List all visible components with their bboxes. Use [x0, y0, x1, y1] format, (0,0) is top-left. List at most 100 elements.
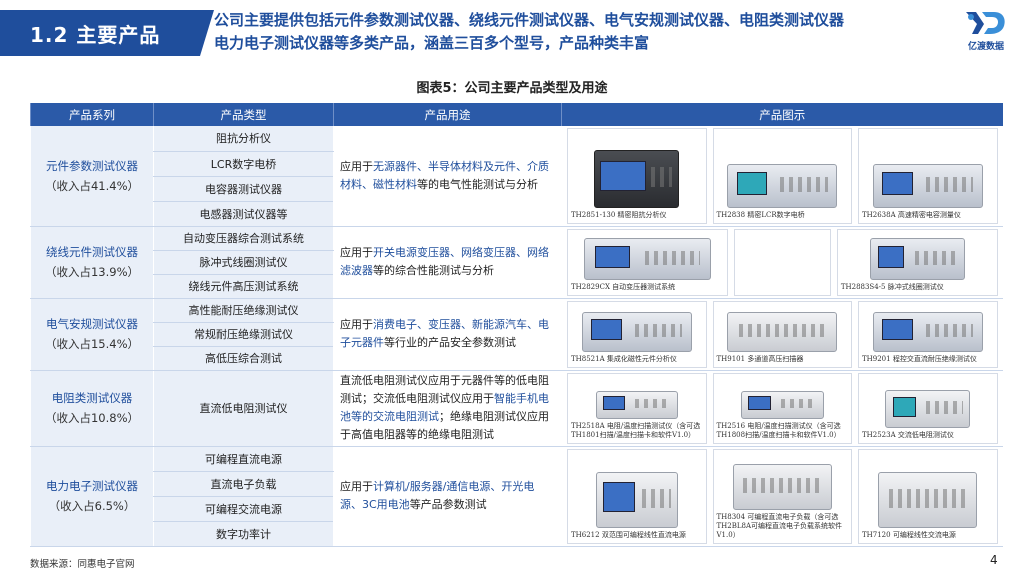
headline-line-1: 公司主要提供包括元件参数测试仪器、绕线元件测试仪器、电气安规测试仪器、电阻类测试…	[214, 11, 845, 29]
instrument-icon	[727, 163, 838, 208]
image-label: TH9101 多通道高压扫描器	[716, 354, 804, 363]
instrument-icon	[878, 471, 978, 528]
table-row: 电阻类测试仪器 （收入占10.8%） 直流低电阻测试仪 直流低电阻测试仪应用于元…	[30, 370, 1003, 447]
image-label: TH2523A 交流低电阻测试仪	[862, 430, 954, 439]
table-row: 电气安规测试仪器 （收入占15.4%） 高性能耐压绝缘测试仪 应用于消费电子、变…	[30, 298, 1003, 371]
series-cell: 元件参数测试仪器 （收入占41.4%）	[30, 126, 154, 227]
series-cell: 电阻类测试仪器 （收入占10.8%）	[30, 370, 154, 447]
page-number: 4	[990, 553, 998, 567]
image-label: TH2518A 电阻/温度扫描测试仪（含可选TH1801扫描/温度扫描卡和软件V…	[571, 421, 701, 439]
use-cell: 应用于计算机/服务器/通信电源、开光电源、3C用电池等产品参数测试	[333, 446, 562, 547]
instrument-icon	[583, 237, 711, 280]
use-cell: 应用于无源器件、半导体材料及元件、介质材料、磁性材料等的电气性能测试与分析	[333, 126, 562, 227]
series-name: 电力电子测试仪器	[46, 479, 138, 493]
product-image: TH9201 程控交直流耐压绝缘测试仪	[858, 300, 998, 368]
section-title: 1.2 主要产品	[0, 10, 214, 56]
use-cell: 直流低电阻测试仪应用于元器件等的低电阻测试；交流低电阻测试仪应用于智能手机电池等…	[333, 370, 562, 447]
image-cell: TH6212 双范围可编程线性直流电源 TH8304 可编程直流电子负载（含可选…	[561, 446, 1003, 547]
series-name: 绕线元件测试仪器	[46, 245, 138, 259]
header-use: 产品用途	[333, 103, 562, 126]
image-label: TH2851-130 精密阻抗分析仪	[571, 210, 667, 219]
product-image: TH9101 多通道高压扫描器	[712, 300, 852, 368]
product-image: TH2638A 高速精密电容测量仪	[858, 128, 998, 224]
image-label: TH2638A 高速精密电容测量仪	[862, 210, 961, 219]
use-text: 等的综合性能测试与分析	[373, 264, 494, 277]
instrument-icon	[595, 471, 678, 528]
image-label: TH2516 电阻/温度扫描测试仪（含可选TH1808扫描/温度扫描卡和软件V1…	[716, 421, 841, 439]
use-cell: 应用于消费电子、变压器、新能源汽车、电子元器件等行业的产品安全参数测试	[333, 298, 562, 371]
instrument-icon	[885, 389, 971, 428]
type-cell: 可编程直流电源	[153, 446, 334, 472]
use-text: 应用于	[340, 480, 373, 493]
series-share: （收入占10.8%）	[44, 411, 140, 425]
section-title-text: 1.2 主要产品	[30, 22, 161, 47]
use-cell: 应用于开关电源变压器、网络变压器、网络滤波器等的综合性能测试与分析	[333, 226, 562, 299]
series-share: （收入占41.4%）	[44, 178, 140, 193]
series-cell: 电力电子测试仪器 （收入占6.5%）	[30, 446, 154, 547]
type-cell: 数字功率计	[153, 521, 334, 547]
series-name: 元件参数测试仪器	[46, 158, 138, 173]
series-share: （收入占13.9%）	[44, 265, 140, 279]
instrument-icon	[741, 390, 824, 419]
type-cell: 脉冲式线圈测试仪	[153, 250, 334, 275]
product-table: 产品系列 产品类型 产品用途 产品图示 元件参数测试仪器 （收入占41.4%） …	[30, 103, 1003, 547]
instrument-icon	[581, 311, 692, 352]
type-cell: 阻抗分析仪	[153, 126, 334, 152]
image-cell: TH2518A 电阻/温度扫描测试仪（含可选TH1801扫描/温度扫描卡和软件V…	[561, 370, 1003, 447]
table-header-row: 产品系列 产品类型 产品用途 产品图示	[30, 103, 1003, 126]
product-image: TH2851-130 精密阻抗分析仪	[567, 128, 707, 224]
instrument-icon	[595, 390, 678, 419]
header-series: 产品系列	[30, 103, 154, 126]
type-cell: 绕线元件高压测试系统	[153, 274, 334, 299]
header-image: 产品图示	[561, 103, 1003, 126]
product-image: TH2838 精密LCR数字电桥	[712, 128, 852, 224]
header-type: 产品类型	[153, 103, 334, 126]
series-cell: 绕线元件测试仪器 （收入占13.9%）	[30, 226, 154, 299]
logo-text: 亿渡数据	[967, 42, 1004, 52]
type-cell: 直流电子负载	[153, 471, 334, 497]
use-text: 等的电气性能测试与分析	[417, 177, 538, 191]
image-cell: TH2851-130 精密阻抗分析仪 TH2838 精密LCR数字电桥 TH26…	[561, 126, 1003, 227]
use-text: 应用于	[340, 246, 373, 259]
type-cell: 高低压综合测试	[153, 346, 334, 371]
image-label: TH2883S4-5 脉冲式线圈测试仪	[840, 282, 944, 291]
image-label: TH2838 精密LCR数字电桥	[716, 210, 805, 219]
image-cell: TH2829CX 自动变压器测试系统 TH2883S4-5 脉冲式线圈测试仪	[561, 226, 1003, 299]
instrument-icon	[594, 149, 680, 208]
type-cell: 可编程交流电源	[153, 496, 334, 522]
type-cell: 电感器测试仪器等	[153, 201, 334, 227]
series-share: （收入占15.4%）	[44, 337, 140, 351]
type-cell: 高性能耐压绝缘测试仪	[153, 298, 334, 323]
product-image: TH8304 可编程直流电子负载（含可选TH2BL8A可编程直流电子负载系统软件…	[712, 448, 852, 544]
product-image	[733, 228, 831, 296]
instrument-icon	[869, 237, 965, 280]
table-row: 绕线元件测试仪器 （收入占13.9%） 自动变压器综合测试系统 应用于开关电源变…	[30, 226, 1003, 299]
instrument-icon	[872, 311, 983, 352]
headline-line-2: 电力电子测试仪器等多类产品，涵盖三百多个型号，产品种类丰富	[214, 34, 650, 52]
product-image: TH2523A 交流低电阻测试仪	[858, 372, 998, 444]
image-label: TH8521A 集成化磁性元件分析仪	[571, 354, 677, 363]
figure-caption: 图表5：公司主要产品类型及用途	[416, 81, 608, 96]
instrument-icon	[727, 311, 838, 352]
series-name: 电气安规测试仪器	[46, 317, 138, 331]
product-image: TH2518A 电阻/温度扫描测试仪（含可选TH1801扫描/温度扫描卡和软件V…	[567, 372, 707, 444]
image-label: TH6212 双范围可编程线性直流电源	[571, 530, 686, 539]
image-label: TH7120 可编程线性交流电源	[862, 530, 956, 539]
company-logo: 亿渡数据	[958, 8, 1014, 54]
product-image: TH6212 双范围可编程线性直流电源	[567, 448, 707, 544]
headline: 公司主要提供包括元件参数测试仪器、绕线元件测试仪器、电气安规测试仪器、电阻类测试…	[214, 9, 944, 55]
table-row: 电力电子测试仪器 （收入占6.5%） 可编程直流电源 应用于计算机/服务器/通信…	[30, 446, 1003, 547]
series-share: （收入占6.5%）	[48, 499, 136, 513]
type-cell: 电容器测试仪器	[153, 176, 334, 202]
instrument-icon	[732, 463, 832, 510]
type-cell: 常规耐压绝缘测试仪	[153, 322, 334, 347]
product-image: TH2829CX 自动变压器测试系统	[567, 228, 728, 296]
image-label: TH8304 可编程直流电子负载（含可选TH2BL8A可编程直流电子负载系统软件…	[716, 512, 843, 539]
type-cell: 直流低电阻测试仪	[153, 370, 334, 447]
use-text: 应用于	[340, 159, 373, 173]
data-source: 数据来源：同惠电子官网	[30, 559, 135, 570]
use-text: 应用于	[340, 318, 373, 331]
instrument-icon	[872, 163, 983, 208]
type-cell: LCR数字电桥	[153, 151, 334, 177]
type-cell: 自动变压器综合测试系统	[153, 226, 334, 251]
